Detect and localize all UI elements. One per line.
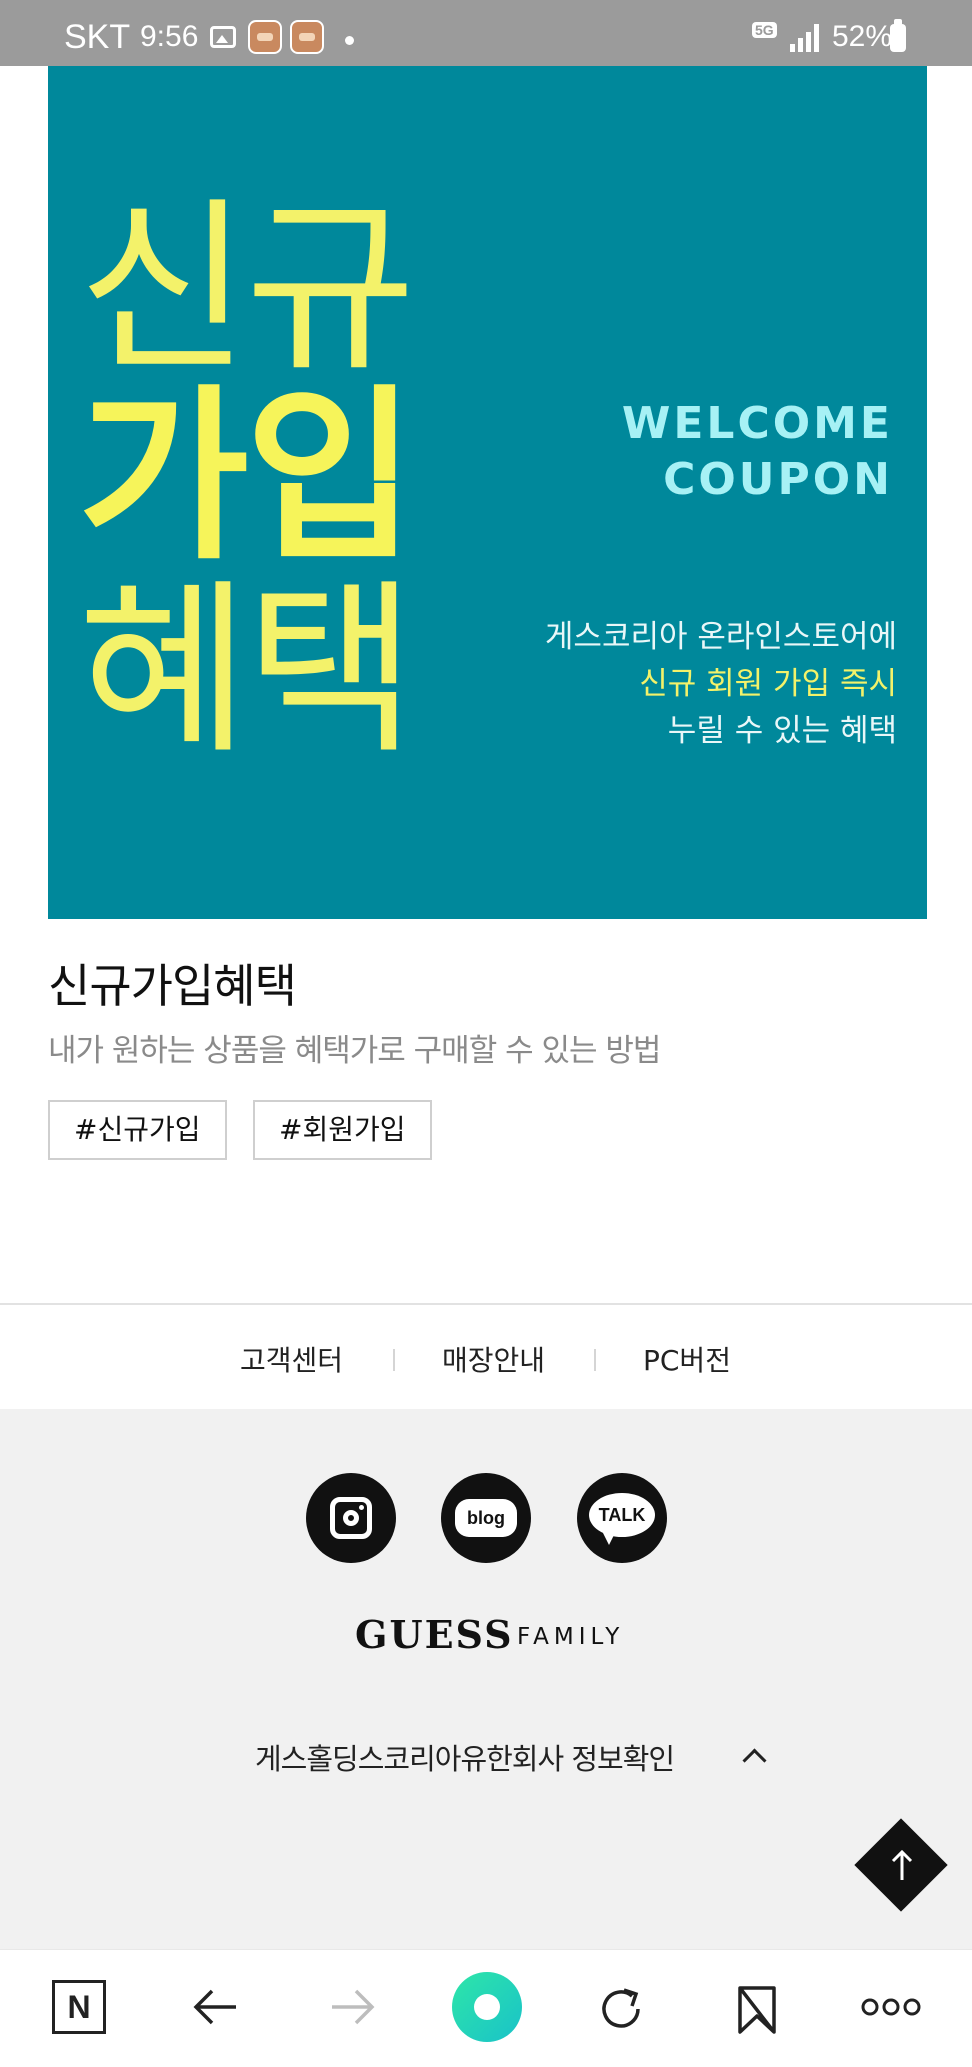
article-title: 신규가입혜택 <box>48 959 297 1013</box>
more-notifications-icon <box>345 36 354 45</box>
guess-family-label: FAMILY <box>517 1624 625 1650</box>
battery-icon <box>890 19 906 52</box>
blog-button[interactable]: blog <box>441 1473 531 1563</box>
kakaotalk-icon: TALK <box>589 1493 655 1545</box>
arrow-up-icon <box>891 1849 913 1880</box>
battery-percent: 52% <box>832 20 893 53</box>
article-subtitle: 내가 원하는 상품을 혜택가로 구매할 수 있는 방법 <box>48 1033 661 1069</box>
tag-membership[interactable]: #회원가입 <box>253 1100 432 1160</box>
carrier-label: SKT <box>64 18 131 56</box>
home-icon[interactable] <box>452 1972 522 2042</box>
footer-link-customer-center[interactable]: 고객센터 <box>240 1339 343 1379</box>
welcome-coupon-text: WELCOME COUPON <box>622 396 893 508</box>
welcome-line: WELCOME <box>621 398 893 449</box>
banner-headline-2: 가입 <box>78 368 416 585</box>
banner-description: 게스코리아 온라인스토어에 신규 회원 가입 즉시 누릴 수 있는 혜택 <box>545 614 897 755</box>
status-bar: SKT 9:56 5G 52% <box>0 0 972 66</box>
footer-link-pc-version[interactable]: PC버전 <box>643 1339 731 1379</box>
instagram-icon <box>330 1497 372 1539</box>
company-info-toggle[interactable]: 게스홀딩스코리아유한회사 정보확인 <box>255 1736 675 1778</box>
gallery-notification-icon <box>210 26 236 48</box>
banner-desc-line-2: 신규 회원 가입 즉시 <box>639 666 897 702</box>
tag-signup[interactable]: #신규가입 <box>48 1100 227 1160</box>
naver-n-icon[interactable]: N <box>52 1980 106 2034</box>
bookmark-icon[interactable] <box>734 1984 780 2036</box>
banner-headline-1: 신규 <box>78 180 416 397</box>
back-arrow-icon[interactable] <box>190 1984 242 2030</box>
guess-logo[interactable]: GUESS <box>355 1612 514 1657</box>
refresh-icon[interactable] <box>596 1984 648 2034</box>
coupon-line: COUPON <box>663 454 893 505</box>
forward-arrow-icon[interactable] <box>326 1984 378 2030</box>
divider <box>594 1349 596 1371</box>
signal-icon <box>790 24 820 52</box>
banner-headline-3: 혜택 <box>78 562 416 779</box>
clock: 9:56 <box>140 20 199 53</box>
banner-desc-line-1: 게스코리아 온라인스토어에 <box>544 619 897 655</box>
footer-links: 고객센터 매장안내 PC버전 <box>0 1303 972 1411</box>
game-notification-icon <box>248 20 282 54</box>
blog-icon: blog <box>455 1499 517 1537</box>
banner-desc-line-3: 누릴 수 있는 혜택 <box>667 713 897 749</box>
divider <box>393 1349 395 1371</box>
promo-banner[interactable]: 신규 가입 혜택 WELCOME COUPON 게스코리아 온라인스토어에 신규… <box>48 66 927 919</box>
footer-link-store-info[interactable]: 매장안내 <box>442 1339 545 1379</box>
network-type: 5G <box>752 22 777 38</box>
kakaotalk-button[interactable]: TALK <box>577 1473 667 1563</box>
game-notification-icon <box>290 20 324 54</box>
instagram-button[interactable] <box>306 1473 396 1563</box>
more-icon[interactable] <box>860 1984 922 2030</box>
